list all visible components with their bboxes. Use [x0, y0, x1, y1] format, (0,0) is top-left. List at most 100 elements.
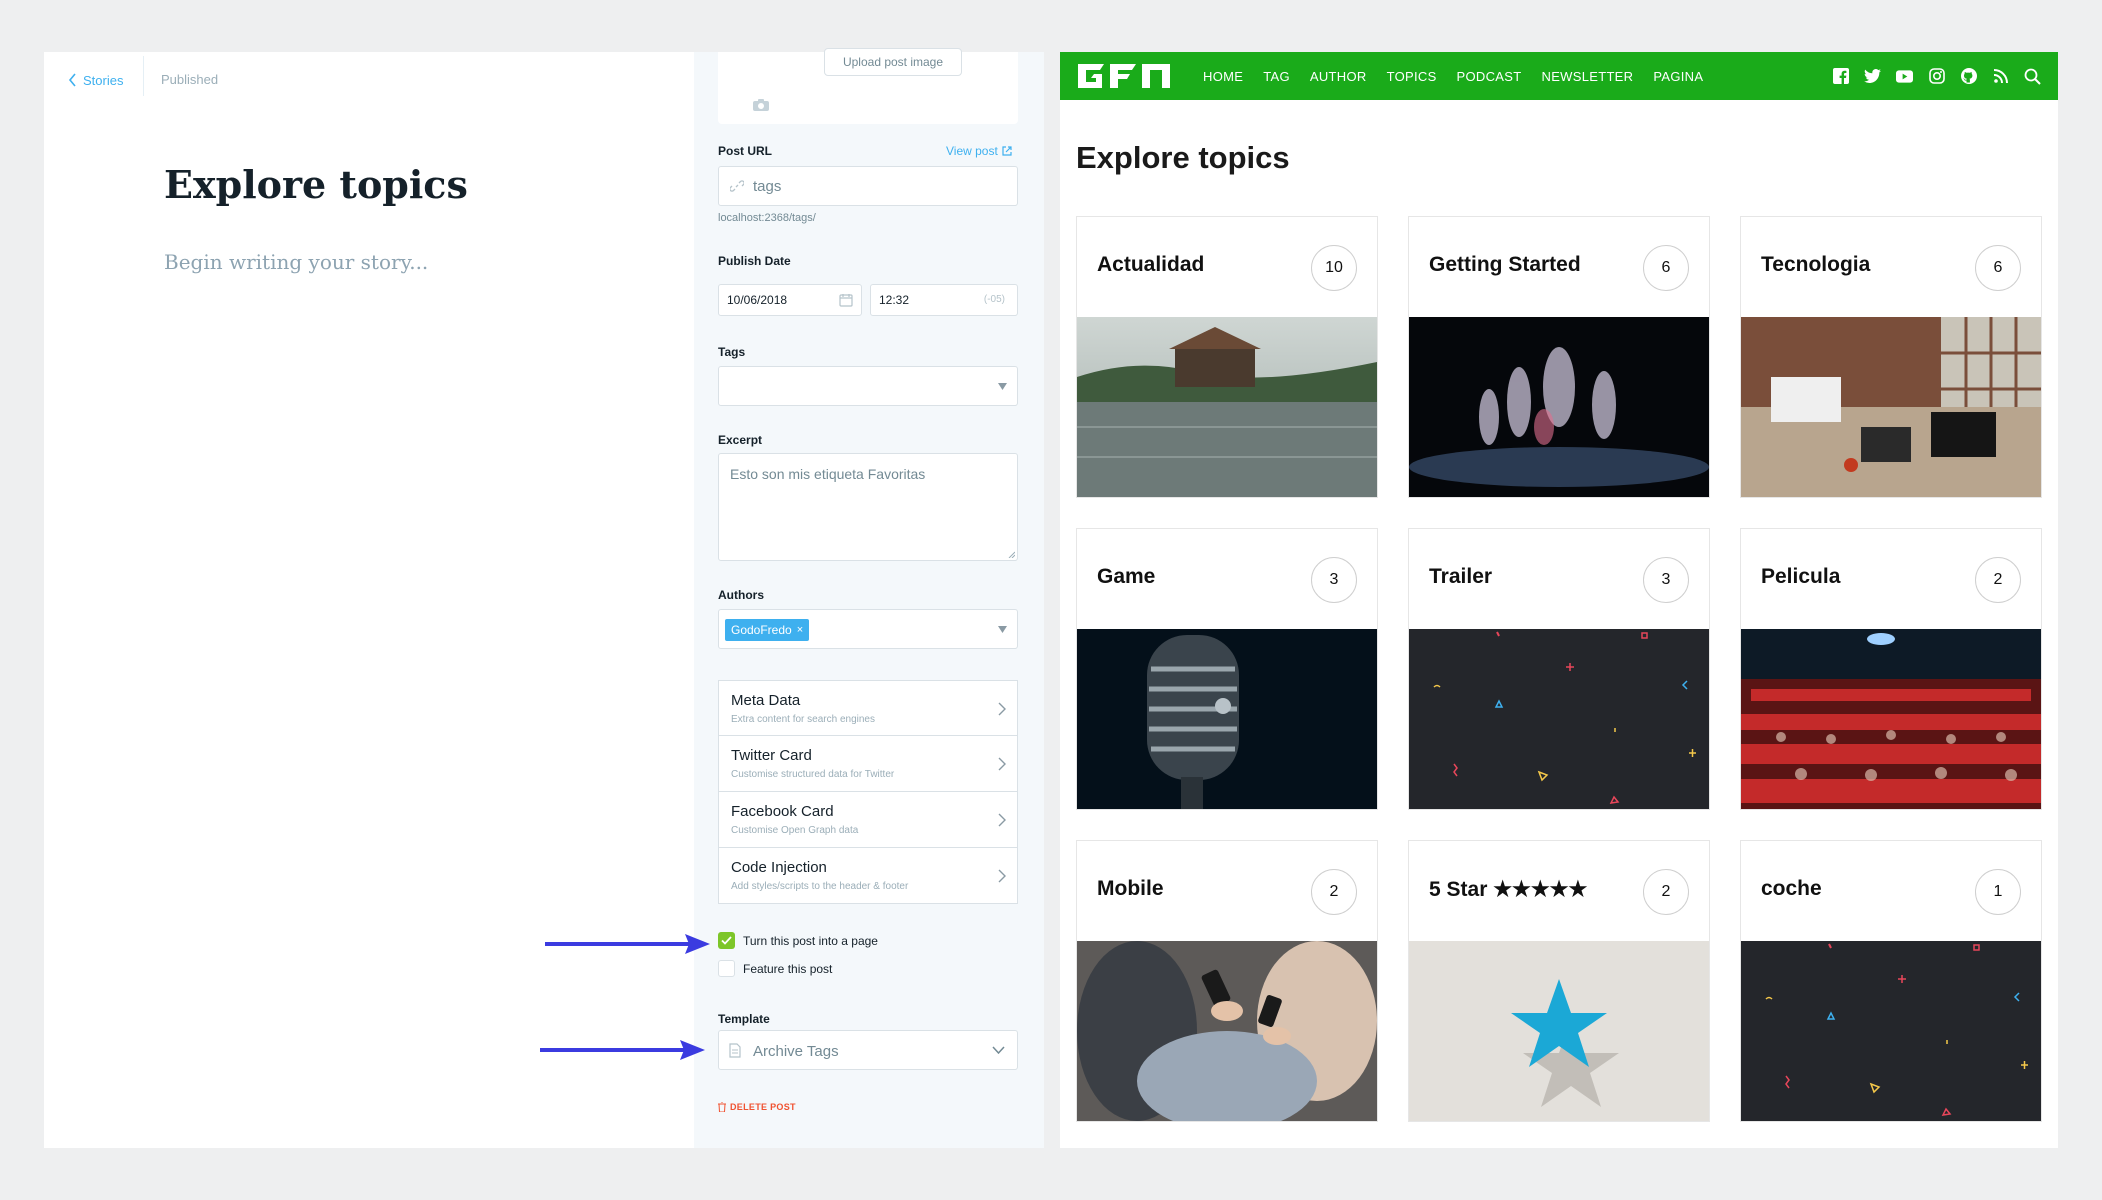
item-subtitle: Customise structured data for Twitter [731, 769, 895, 780]
topic-name: Pelicula [1761, 565, 1841, 588]
item-title: Twitter Card [731, 747, 812, 764]
topic-image-lake-house [1077, 317, 1377, 497]
topic-count-badge: 3 [1643, 557, 1689, 603]
post-url-input[interactable]: tags [718, 166, 1018, 206]
topic-image-dancers [1409, 317, 1709, 497]
nav-podcast[interactable]: PODCAST [1457, 69, 1522, 84]
item-subtitle: Add styles/scripts to the header & foote… [731, 881, 909, 892]
item-title: Meta Data [731, 692, 801, 709]
topic-card-getting-started[interactable]: Getting Started 6 [1408, 216, 1710, 498]
annotation-arrow-checkbox [545, 934, 710, 954]
excerpt-textarea[interactable]: Esto son mis etiqueta Favoritas [718, 453, 1018, 561]
nav-topics[interactable]: TOPICS [1387, 69, 1437, 84]
view-post-link[interactable]: View post [946, 144, 1012, 158]
post-status: Published [161, 72, 219, 87]
authors-select[interactable]: GodoFredo × [718, 609, 1018, 649]
nav-author[interactable]: AUTHOR [1310, 69, 1367, 84]
youtube-icon[interactable] [1896, 68, 1913, 85]
search-icon[interactable] [2024, 68, 2041, 85]
time-value: 12:32 [879, 293, 910, 307]
page-checkbox[interactable] [718, 932, 735, 949]
author-chip-label: GodoFredo [731, 623, 792, 637]
post-title-input[interactable]: Explore topics [164, 162, 468, 207]
checkmark-icon [721, 936, 732, 945]
feature-checkbox[interactable] [718, 960, 735, 977]
page-checkbox-row[interactable]: Turn this post into a page [718, 932, 878, 949]
site-logo[interactable] [1074, 60, 1184, 92]
topic-card-game[interactable]: Game 3 [1076, 528, 1378, 810]
facebook-icon[interactable] [1832, 68, 1849, 85]
nav-pagina[interactable]: PAGINA [1653, 69, 1703, 84]
back-label: Stories [83, 72, 124, 88]
item-title: Code Injection [731, 859, 827, 876]
topic-card-actualidad[interactable]: Actualidad 10 [1076, 216, 1378, 498]
template-select[interactable]: Archive Tags [718, 1030, 1018, 1070]
topic-count-badge: 10 [1311, 245, 1357, 291]
code-injection-item[interactable]: Code Injection Add styles/scripts to the… [718, 848, 1018, 904]
template-value: Archive Tags [753, 1043, 839, 1060]
topic-image-confetti [1741, 941, 2041, 1121]
item-subtitle: Extra content for search engines [731, 714, 875, 725]
template-label: Template [718, 1012, 770, 1026]
topic-count-badge: 2 [1975, 557, 2021, 603]
twitter-icon[interactable] [1864, 68, 1881, 85]
annotation-arrow-template [540, 1040, 705, 1060]
topic-card-coche[interactable]: coche 1 [1740, 840, 2042, 1122]
excerpt-label: Excerpt [718, 433, 763, 447]
feature-checkbox-label: Feature this post [743, 961, 833, 976]
social-icons [1832, 52, 2041, 100]
trash-icon [718, 1102, 726, 1112]
editor-panel: Stories Published Explore topics Begin w… [44, 52, 694, 1148]
page-checkbox-label: Turn this post into a page [743, 933, 878, 948]
facebook-card-item[interactable]: Facebook Card Customise Open Graph data [718, 792, 1018, 848]
remove-author-icon[interactable]: × [797, 624, 803, 636]
topic-card-trailer[interactable]: Trailer 3 [1408, 528, 1710, 810]
delete-label: DELETE POST [730, 1102, 796, 1112]
tags-select[interactable] [718, 366, 1018, 406]
post-url-label: Post URL [718, 144, 772, 158]
feature-checkbox-row[interactable]: Feature this post [718, 960, 832, 977]
upload-post-image-button[interactable]: Upload post image [824, 48, 962, 76]
back-to-stories-link[interactable]: Stories [68, 68, 123, 92]
topic-card-tecnologia[interactable]: Tecnologia 6 [1740, 216, 2042, 498]
publish-time-input[interactable]: 12:32 (-05) [870, 284, 1018, 316]
github-icon[interactable] [1960, 68, 1977, 85]
topic-name: Mobile [1097, 877, 1164, 900]
meta-data-item[interactable]: Meta Data Extra content for search engin… [718, 680, 1018, 736]
topic-image-phones [1077, 941, 1377, 1121]
topic-name: Game [1097, 565, 1156, 588]
topic-name: Actualidad [1097, 253, 1205, 276]
post-body-editor[interactable]: Begin writing your story... [164, 250, 428, 274]
twitter-card-item[interactable]: Twitter Card Customise structured data f… [718, 736, 1018, 792]
nav-tag[interactable]: TAG [1263, 69, 1290, 84]
delete-post-button[interactable]: DELETE POST [718, 1102, 796, 1112]
file-icon [729, 1043, 741, 1058]
divider [143, 56, 144, 96]
camera-icon [753, 99, 769, 111]
site-preview: HOME TAG AUTHOR TOPICS PODCAST NEWSLETTE… [1060, 52, 2058, 1148]
author-chip[interactable]: GodoFredo × [725, 619, 810, 641]
topic-image-office [1741, 317, 2041, 497]
post-image-box[interactable]: Upload post image [718, 48, 1018, 124]
rss-icon[interactable] [1992, 68, 2009, 85]
topic-count-badge: 6 [1975, 245, 2021, 291]
post-url-value: tags [753, 178, 782, 195]
chevron-right-icon [998, 813, 1006, 827]
nav-home[interactable]: HOME [1203, 69, 1243, 84]
chevron-right-icon [998, 757, 1006, 771]
nav-newsletter[interactable]: NEWSLETTER [1542, 69, 1634, 84]
dropdown-arrow-icon [998, 383, 1007, 390]
publish-date-label: Publish Date [718, 254, 791, 268]
topic-card-pelicula[interactable]: Pelicula 2 [1740, 528, 2042, 810]
instagram-icon[interactable] [1928, 68, 1945, 85]
topic-card-5-star[interactable]: 5 Star ★★★★★ 2 [1408, 840, 1710, 1122]
external-link-icon [1002, 146, 1012, 156]
topic-name: coche [1761, 877, 1822, 900]
resize-handle-icon[interactable] [1008, 551, 1015, 558]
topic-name: 5 Star ★★★★★ [1429, 878, 1588, 901]
timezone-label: (-05) [983, 294, 1005, 305]
topic-name: Tecnologia [1761, 253, 1871, 276]
topic-card-mobile[interactable]: Mobile 2 [1076, 840, 1378, 1122]
topic-image-confetti [1409, 629, 1709, 809]
publish-date-input[interactable]: 10/06/2018 [718, 284, 862, 316]
